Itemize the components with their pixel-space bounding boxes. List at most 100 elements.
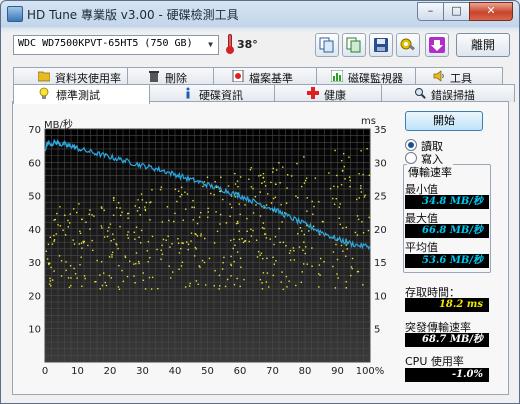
- access-time-point: [269, 238, 271, 240]
- access-time-point: [340, 184, 343, 186]
- access-time-point: [127, 212, 130, 215]
- options-button[interactable]: [396, 33, 420, 57]
- access-time-point: [215, 211, 217, 213]
- access-time-point: [184, 286, 187, 288]
- write-radio[interactable]: 寫入: [405, 151, 495, 166]
- access-time-point: [282, 241, 285, 244]
- access-time-point: [141, 199, 144, 201]
- tab-row-top: 資料夾使用率 刪除 檔案基準 磁碟監視器 工具: [13, 67, 503, 85]
- access-time-point: [281, 221, 283, 223]
- access-time-point: [174, 188, 177, 191]
- access-time-point: [262, 222, 265, 224]
- access-time-point: [99, 274, 101, 276]
- access-time-point: [101, 284, 104, 287]
- chart-x-tick-label: 70: [266, 366, 279, 377]
- access-time-point: [69, 213, 71, 215]
- access-time-point: [273, 263, 276, 265]
- access-time-point: [55, 233, 57, 235]
- access-time-point: [85, 221, 87, 223]
- access-time-point: [192, 219, 194, 221]
- access-time-point: [96, 259, 98, 262]
- access-time-point: [68, 286, 71, 289]
- access-time-point: [258, 175, 260, 177]
- access-time-point: [334, 149, 336, 152]
- access-time-point: [239, 257, 242, 260]
- chart-y2-tick-label: 30: [374, 158, 387, 169]
- tab-disk-monitor[interactable]: 磁碟監視器: [316, 67, 416, 85]
- tab-error-scan[interactable]: 錯誤掃描: [381, 84, 515, 102]
- chart-x-tick-label: 40: [169, 366, 182, 377]
- access-time-point: [67, 277, 70, 279]
- access-time-point: [87, 244, 89, 247]
- tab-folder-usage[interactable]: 資料夾使用率: [13, 67, 128, 85]
- close-button[interactable]: ✕: [469, 2, 513, 21]
- tab-erase[interactable]: 刪除: [127, 67, 214, 85]
- access-time-point: [222, 261, 224, 264]
- access-time-point: [259, 215, 262, 217]
- access-time-value: 18.2 ms: [405, 298, 489, 312]
- access-time-point: [219, 223, 221, 225]
- access-time-point: [185, 241, 188, 243]
- tab-benchmark[interactable]: 標準測試: [13, 84, 150, 104]
- access-time-point: [349, 179, 351, 182]
- download-button[interactable]: [425, 33, 449, 57]
- access-time-point: [311, 200, 313, 203]
- access-time-point: [168, 265, 170, 267]
- access-time-point: [357, 218, 360, 221]
- access-time-point: [255, 204, 257, 206]
- copy-image-icon: [346, 37, 361, 53]
- access-time-point: [340, 159, 343, 162]
- access-time-point: [127, 231, 129, 233]
- exit-button[interactable]: 離開: [456, 33, 510, 57]
- copy-info-button[interactable]: [315, 33, 339, 57]
- access-time-point: [81, 218, 83, 221]
- access-time-point: [73, 208, 75, 210]
- access-time-point: [118, 264, 120, 267]
- access-time-point: [124, 255, 126, 257]
- access-time-point: [260, 174, 262, 177]
- maximize-button[interactable]: □: [443, 2, 470, 21]
- access-time-point: [187, 243, 190, 245]
- title-bar[interactable]: HD Tune 專業版 v3.00 - 硬碟檢測工具 – □ ✕: [1, 1, 519, 25]
- access-time-point: [337, 186, 339, 188]
- save-button[interactable]: [369, 33, 393, 57]
- access-time-point: [239, 176, 242, 178]
- access-time-point: [213, 242, 216, 244]
- access-time-point: [263, 181, 266, 183]
- start-button[interactable]: 開始: [405, 111, 483, 131]
- access-time-point: [261, 288, 264, 290]
- access-time-point: [80, 242, 83, 245]
- access-time-point: [121, 211, 123, 213]
- access-time-point: [304, 179, 307, 182]
- access-time-point: [290, 175, 293, 177]
- access-time-point: [256, 256, 259, 258]
- access-time-point: [178, 268, 180, 270]
- access-time-point: [75, 211, 78, 214]
- tab-drive-info[interactable]: 硬碟資訊: [149, 84, 275, 102]
- access-time-point: [306, 210, 308, 212]
- access-time-point: [278, 162, 280, 164]
- access-time-point: [72, 239, 74, 241]
- access-time-point: [242, 241, 245, 244]
- access-time-point: [252, 212, 255, 214]
- read-radio[interactable]: 讀取: [405, 138, 495, 153]
- tab-file-benchmark[interactable]: 檔案基準: [213, 67, 317, 85]
- tab-health[interactable]: 健康: [274, 84, 382, 102]
- access-time-point: [140, 193, 143, 195]
- read-radio-dot: [405, 139, 417, 151]
- access-time-point: [92, 249, 94, 252]
- access-time-point: [216, 230, 219, 233]
- access-time-point: [229, 215, 231, 217]
- access-time-point: [82, 240, 84, 243]
- drive-select[interactable]: WDC WD7500KPVT-65HT5 (750 GB) ▼: [13, 35, 219, 55]
- access-time-point: [230, 239, 232, 242]
- access-time-point: [346, 248, 348, 250]
- chart-y2-tick-label: 10: [374, 291, 387, 302]
- copy-screenshot-button[interactable]: [342, 33, 366, 57]
- access-time-point: [81, 247, 83, 249]
- access-time-point: [176, 200, 178, 203]
- tab-tools[interactable]: 工具: [415, 67, 503, 85]
- access-time-point: [356, 271, 359, 273]
- minimize-button[interactable]: –: [417, 2, 444, 21]
- access-time-point: [249, 168, 252, 171]
